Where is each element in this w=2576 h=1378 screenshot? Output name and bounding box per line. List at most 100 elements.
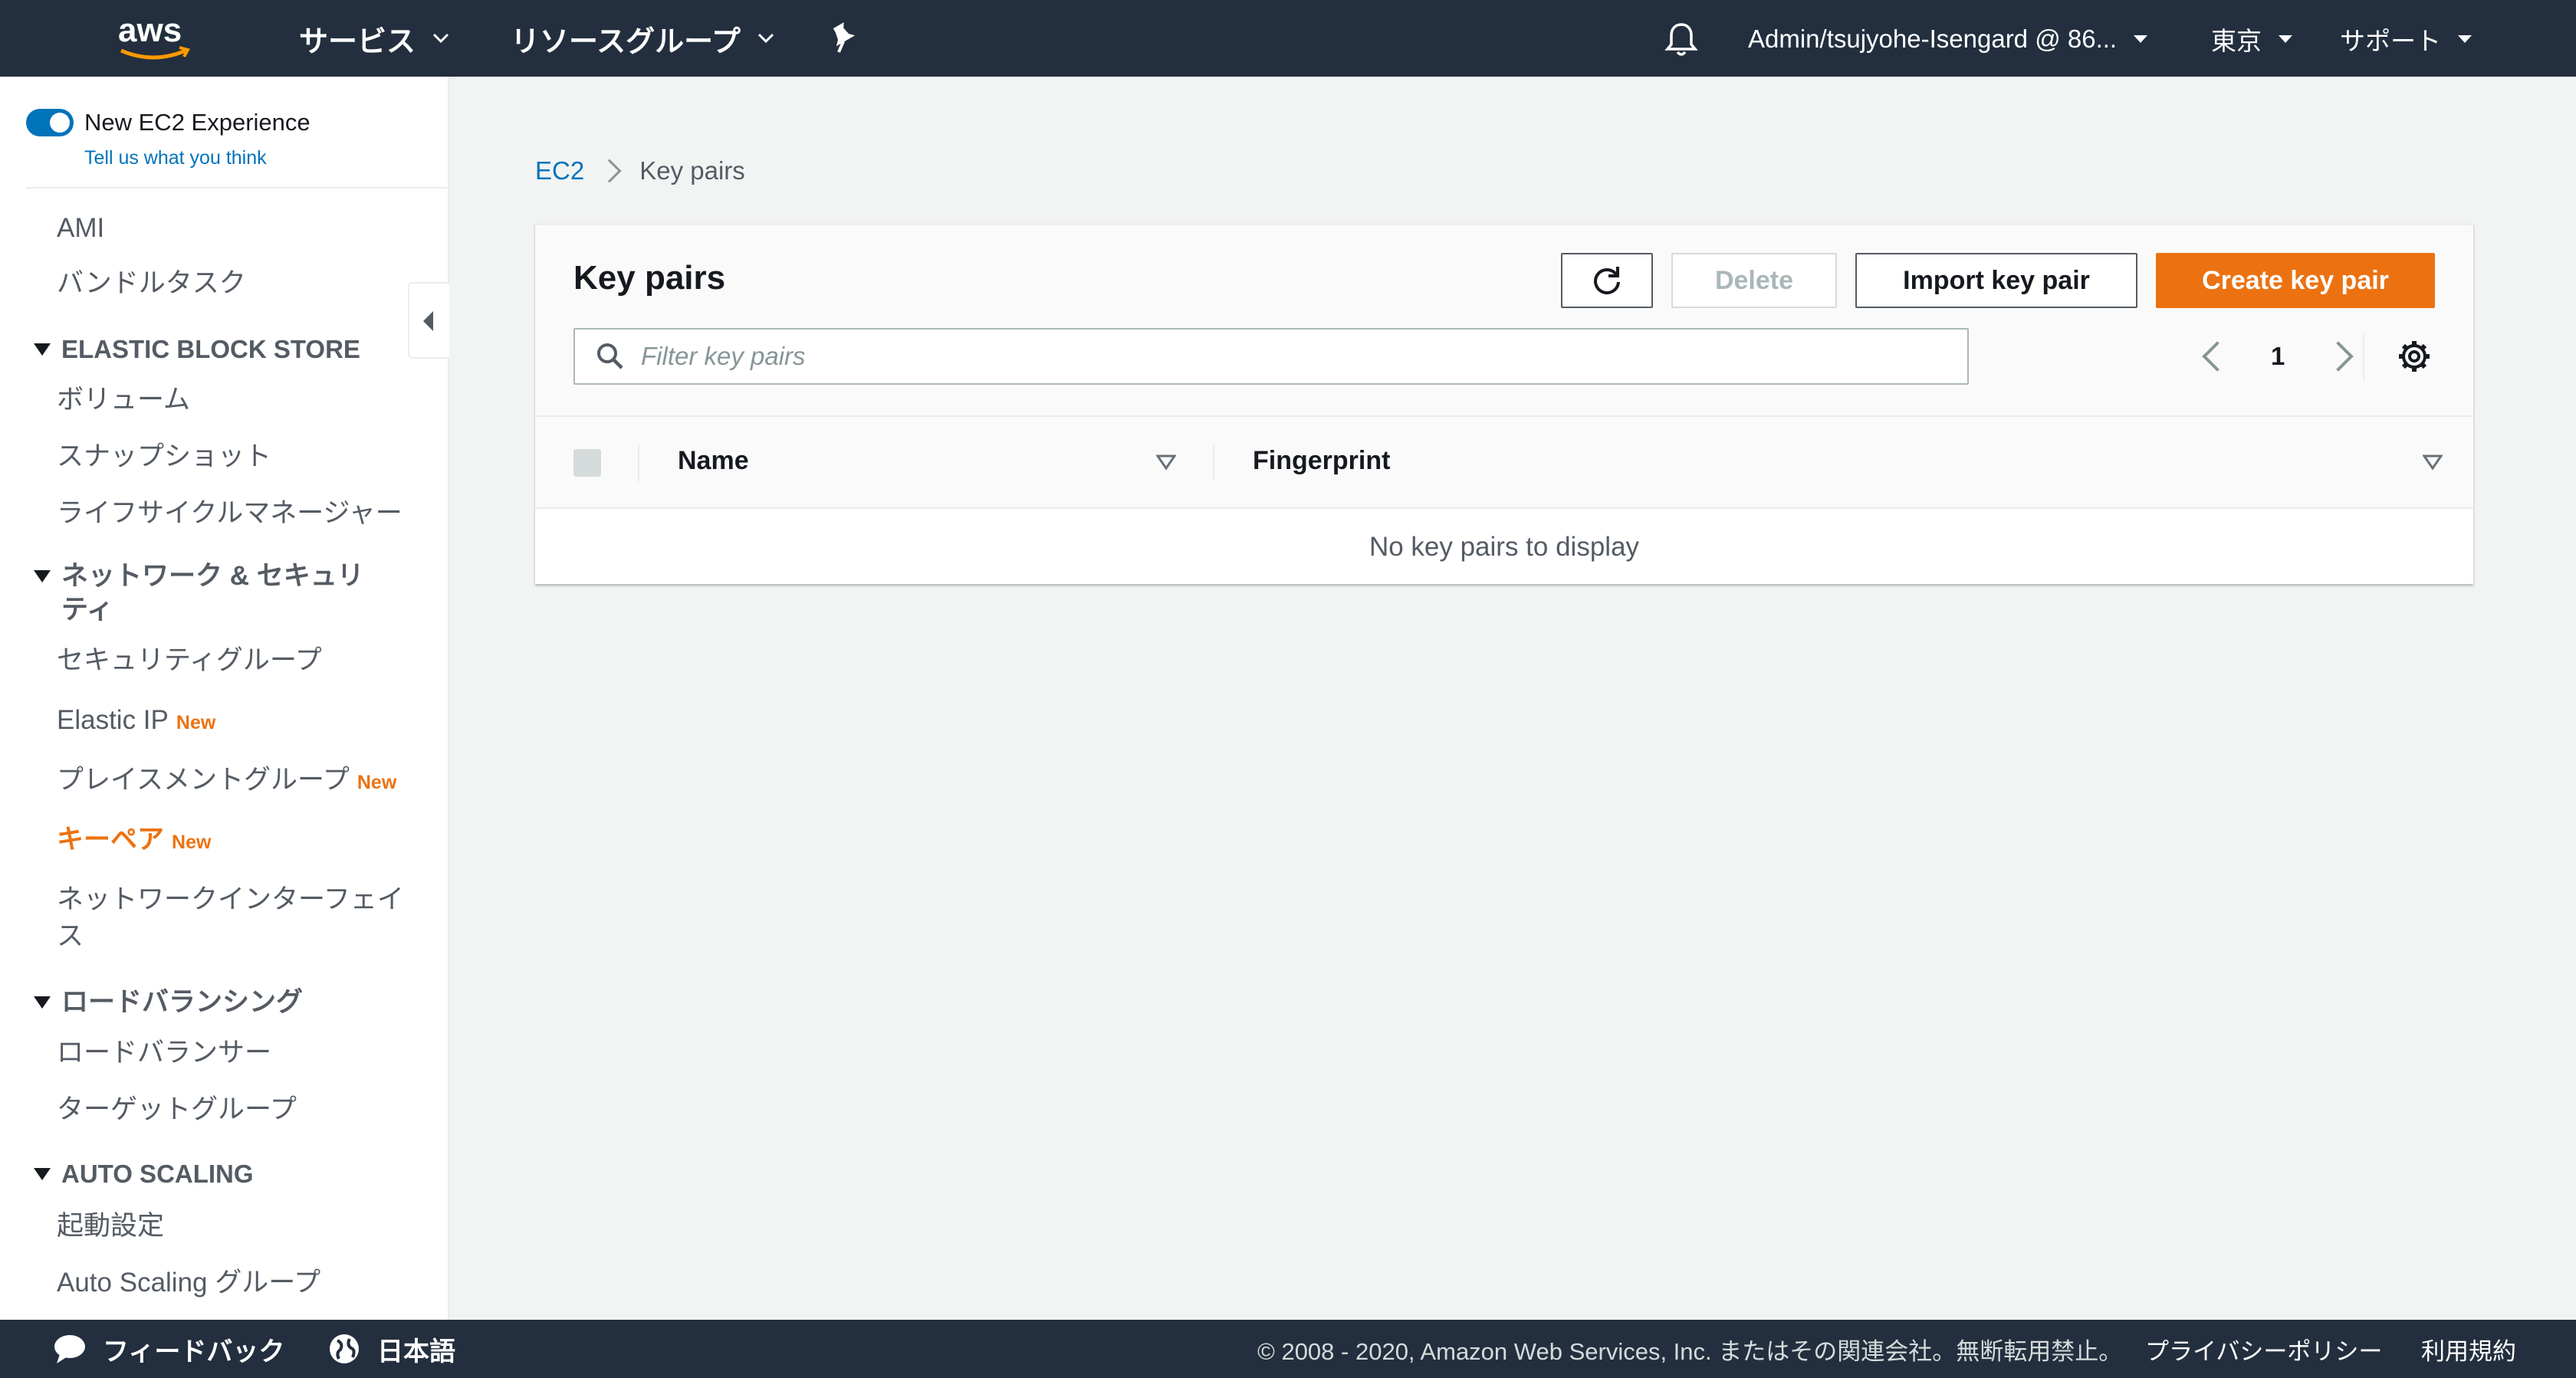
caret-down-icon — [2134, 35, 2148, 43]
footer-feedback-button[interactable]: フィードバック — [52, 1320, 284, 1378]
new-badge: New — [356, 772, 397, 793]
new-badge: New — [176, 712, 216, 733]
sort-triangle-icon[interactable] — [1156, 454, 1176, 471]
sidebar-item-security-groups[interactable]: セキュリティグループ — [57, 642, 322, 679]
sidebar-item-ami[interactable]: AMI — [57, 210, 104, 247]
sidebar-item-lifecycle-manager[interactable]: ライフサイクルマネージャー — [57, 495, 402, 532]
top-navigation-bar: aws サービス リソースグループ Admin/tsujyohe-Isengar… — [0, 0, 2576, 77]
sidebar-collapse-button[interactable] — [408, 282, 449, 359]
sidebar-item-launch-configurations[interactable]: 起動設定 — [57, 1208, 164, 1245]
caret-down-icon — [2458, 35, 2472, 43]
new-badge: New — [172, 832, 212, 853]
sidebar-section-label-line1: ネットワーク & セキュリ — [61, 561, 364, 591]
next-page-icon[interactable] — [2323, 341, 2354, 372]
sidebar-item-snapshots[interactable]: スナップショット — [57, 438, 271, 475]
sidebar-item-placement-groups[interactable]: プレイスメントグループ New — [57, 762, 396, 801]
feedback-link[interactable]: Tell us what you think — [84, 147, 267, 169]
sidebar-item-label: Elastic IP — [57, 705, 169, 735]
sort-triangle-icon[interactable] — [2423, 454, 2443, 471]
filter-key-pairs-input[interactable]: Filter key pairs — [573, 328, 1969, 385]
sidebar-item-bundle-tasks[interactable]: バンドルタスク — [57, 265, 246, 302]
sidebar-item-key-pairs[interactable]: キーペア New — [57, 822, 211, 861]
footer-privacy-link[interactable]: プライバシーポリシー — [2145, 1320, 2382, 1378]
sidebar-section-load-balancing[interactable]: ロードバランシング — [34, 986, 303, 1019]
sidebar-item-network-interfaces[interactable]: ネットワークインターフェイ ス — [57, 881, 404, 955]
expand-triangle-icon — [34, 1168, 51, 1180]
footer-bar: フィードバック 日本語 © 2008 - 2020, Amazon Web Se… — [0, 1320, 2576, 1378]
new-experience-toggle[interactable] — [26, 109, 74, 136]
sidebar-item-elastic-ip[interactable]: Elastic IP New — [57, 702, 215, 741]
footer-feedback-label: フィードバック — [103, 1337, 285, 1367]
column-divider — [1213, 445, 1214, 481]
new-experience-label: New EC2 Experience — [84, 109, 310, 136]
expand-triangle-icon — [34, 343, 51, 356]
resource-groups-menu-label: リソースグループ — [511, 25, 741, 58]
sidebar-section-label-line2: ティ — [61, 595, 113, 625]
sidebar-section-label: ロードバランシング — [61, 987, 304, 1017]
chevron-down-icon — [757, 33, 774, 44]
delete-button[interactable]: Delete — [1671, 253, 1837, 308]
column-divider — [638, 445, 639, 481]
expand-triangle-icon — [34, 570, 51, 582]
previous-page-icon[interactable] — [2202, 341, 2233, 372]
import-key-pair-button[interactable]: Import key pair — [1855, 253, 2137, 308]
footer-language-selector[interactable]: 日本語 — [328, 1320, 455, 1378]
current-page-number[interactable]: 1 — [2271, 342, 2285, 371]
sidebar-item-label: キーペア — [57, 825, 165, 855]
chevron-down-icon — [432, 33, 449, 44]
region-menu-label: 東京 — [2211, 27, 2262, 55]
sidebar-item-label: プレイスメントグループ — [57, 765, 350, 795]
account-menu[interactable]: Admin/tsujyohe-Isengard @ 86... — [1748, 20, 2148, 58]
globe-icon — [330, 1334, 359, 1363]
sidebar-item-label-line2: ス — [57, 921, 84, 951]
sidebar-section-auto-scaling[interactable]: AUTO SCALING — [34, 1157, 254, 1191]
caret-down-icon — [2279, 35, 2292, 43]
expand-triangle-icon — [34, 996, 51, 1009]
sidebar-item-load-balancers[interactable]: ロードバランサー — [57, 1035, 271, 1071]
support-menu-label: サポート — [2340, 27, 2441, 55]
resource-groups-menu[interactable]: リソースグループ — [511, 17, 774, 60]
sidebar-item-volumes[interactable]: ボリューム — [57, 382, 190, 418]
column-header-name[interactable]: Name — [678, 446, 749, 476]
sidebar-section-ebs[interactable]: ELASTIC BLOCK STORE — [34, 333, 360, 366]
sidebar-section-label: AUTO SCALING — [61, 1160, 254, 1188]
breadcrumb-ec2-link[interactable]: EC2 — [535, 156, 584, 185]
account-menu-label: Admin/tsujyohe-Isengard @ 86... — [1748, 25, 2118, 53]
pin-icon[interactable] — [828, 21, 859, 55]
breadcrumb-separator-icon — [597, 159, 622, 183]
sidebar-section-label: ELASTIC BLOCK STORE — [61, 335, 360, 363]
support-menu[interactable]: サポート — [2340, 20, 2472, 58]
pager-divider — [2363, 333, 2364, 380]
footer-language-label: 日本語 — [377, 1337, 455, 1367]
pagination: 1 — [2202, 333, 2354, 380]
sidebar-divider — [26, 187, 448, 189]
breadcrumb-current: Key pairs — [639, 156, 745, 185]
breadcrumb: EC2 Key pairs — [535, 156, 745, 185]
sidebar-section-network-security[interactable]: ネットワーク & セキュリ ティ — [34, 559, 364, 627]
aws-logo-text: aws — [118, 11, 182, 49]
aws-logo[interactable]: aws — [113, 11, 198, 64]
table-header: Name Fingerprint — [535, 417, 2473, 509]
services-menu[interactable]: サービス — [299, 17, 449, 60]
sidebar-item-target-groups[interactable]: ターゲットグループ — [57, 1091, 297, 1128]
sidebar-item-auto-scaling-groups[interactable]: Auto Scaling グループ — [57, 1265, 320, 1301]
services-menu-label: サービス — [299, 25, 416, 58]
panel-header: Key pairs Delete Import key pair Create … — [535, 225, 2473, 417]
empty-table-message: No key pairs to display — [1368, 532, 1640, 562]
select-all-checkbox[interactable] — [573, 449, 601, 477]
refresh-button[interactable] — [1561, 253, 1653, 308]
refresh-icon — [1594, 267, 1620, 295]
notifications-bell-icon[interactable] — [1664, 20, 1699, 58]
sidebar-item-label-line1: ネットワークインターフェイ — [57, 884, 404, 914]
search-icon — [597, 343, 623, 369]
region-menu[interactable]: 東京 — [2211, 20, 2292, 58]
sidebar-navigation: New EC2 Experience Tell us what you thin… — [0, 77, 449, 1320]
create-key-pair-button[interactable]: Create key pair — [2156, 253, 2435, 308]
search-placeholder: Filter key pairs — [641, 342, 806, 370]
gear-icon[interactable] — [2397, 339, 2432, 374]
footer-terms-link[interactable]: 利用規約 — [2421, 1320, 2516, 1378]
column-header-fingerprint[interactable]: Fingerprint — [1253, 446, 1390, 476]
panel-title: Key pairs — [573, 259, 726, 297]
speech-bubble-icon — [54, 1335, 85, 1363]
footer-copyright: © 2008 - 2020, Amazon Web Services, Inc.… — [1257, 1337, 2123, 1365]
